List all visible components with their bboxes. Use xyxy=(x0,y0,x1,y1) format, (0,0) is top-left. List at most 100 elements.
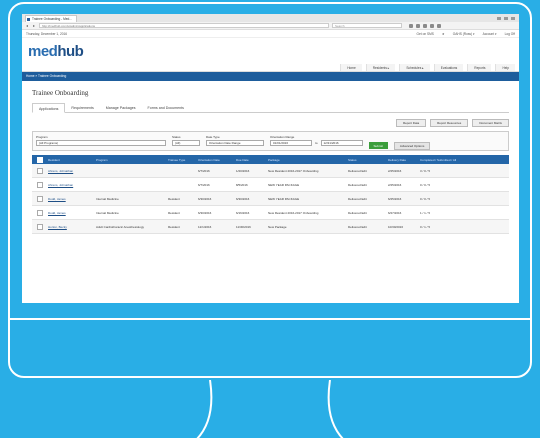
document-matrix-button[interactable]: Document Matrix xyxy=(472,119,509,127)
table-cell: New Package xyxy=(268,224,287,229)
col-header[interactable]: Status xyxy=(348,158,388,162)
table-cell[interactable]: Delivered Edit xyxy=(348,197,388,201)
url-input[interactable]: http://medhub.com/u/admin/applications xyxy=(39,23,329,28)
header: medhub xyxy=(22,38,519,64)
back-icon[interactable]: ◂ xyxy=(25,23,29,28)
row-checkbox[interactable] xyxy=(37,181,43,188)
forward-icon[interactable]: ▸ xyxy=(32,23,36,28)
browser-search-input[interactable]: Search xyxy=(332,23,402,28)
nav-home[interactable]: Home xyxy=(340,64,362,71)
table-cell[interactable]: Dodd, James xyxy=(48,197,96,201)
datetype-filter: Date Type Orientation Date Range xyxy=(206,135,264,146)
top-link[interactable]: Get on SMS xyxy=(417,32,434,36)
table-cell: NEW YEAR PACKAGE xyxy=(268,182,300,187)
table-cell: 0 / 1 / 5 xyxy=(420,224,431,229)
col-header[interactable]: Delivery Date xyxy=(388,158,420,162)
table-cell: 11/30/2016 xyxy=(236,224,251,229)
table-cell: 10/30/2016 xyxy=(388,224,404,229)
col-header[interactable]: Program xyxy=(96,158,168,162)
col-header[interactable]: Package xyxy=(268,158,348,162)
table-row[interactable]: Dodd, James Internal Medicine Resident 6/30… xyxy=(32,206,509,220)
table-cell[interactable]: Delivered Edit xyxy=(348,225,388,229)
nav-residents[interactable]: Residents ▸ xyxy=(365,64,396,71)
status-select[interactable]: (All) xyxy=(172,140,200,146)
row-checkbox[interactable] xyxy=(37,209,43,216)
close-icon[interactable] xyxy=(511,16,515,20)
nav-schedules[interactable]: Schedules ▸ xyxy=(399,64,430,71)
table-cell: 12/1/2016 xyxy=(198,224,212,229)
table-cell[interactable]: Ahrens, Johnathan xyxy=(48,183,96,187)
applications-table: Resident Program Trainee Type Orientatio… xyxy=(32,155,509,234)
table-cell: Adult Cardiothoracic Anesthesiology xyxy=(96,224,145,229)
table-cell[interactable]: Delivered Edit xyxy=(348,211,388,215)
table-cell: 3 / 0 / 5 xyxy=(420,168,431,173)
table-cell: 6/30/2016 xyxy=(198,196,212,201)
datetype-label: Date Type xyxy=(206,135,220,139)
menu-icon[interactable] xyxy=(437,23,441,28)
maximize-icon[interactable] xyxy=(504,16,508,20)
row-checkbox[interactable] xyxy=(37,195,43,202)
range-from-input[interactable]: 01/01/2016 xyxy=(270,140,312,146)
nav-help[interactable]: Help xyxy=(495,64,515,71)
share-icon[interactable] xyxy=(430,23,434,28)
report-resources-button[interactable]: Report Resources xyxy=(430,119,469,127)
window-controls xyxy=(497,16,519,20)
submit-button[interactable]: Submit xyxy=(368,142,388,149)
logout-link[interactable]: Log Off xyxy=(505,32,515,36)
current-date: Thursday, December 1, 2016 xyxy=(26,31,68,36)
top-link[interactable]: OAHS (Ross) ▾ xyxy=(453,32,475,36)
breadcrumb[interactable]: Home » Trainee Onboarding xyxy=(22,72,519,81)
table-cell: 2/25/2016 xyxy=(388,182,402,187)
table-cell: 2/25/2016 xyxy=(388,168,402,173)
program-filter: Program (All Programs) xyxy=(36,135,166,146)
table-cell: 0 / 0 / 5 xyxy=(420,196,431,201)
report-data-button[interactable]: Report Data xyxy=(395,119,427,127)
table-cell[interactable]: Ahrens, Johnathan xyxy=(48,169,96,173)
table-cell[interactable]: Delivered Edit xyxy=(348,183,388,187)
browser-tab[interactable]: Trainee Onboarding - Med... xyxy=(25,15,77,22)
tab-forms-documents[interactable]: Forms and Documents xyxy=(142,103,190,112)
table-cell[interactable]: Horton, Becky xyxy=(48,225,96,229)
datetype-select[interactable]: Orientation Date Range xyxy=(206,140,264,146)
table-cell: 6/16/2016 xyxy=(236,210,250,215)
table-cell: Internal Medicine xyxy=(96,196,119,201)
table-cell[interactable]: Delivered Edit xyxy=(348,169,388,173)
program-select[interactable]: (All Programs) xyxy=(36,140,166,146)
tab-manage-packages[interactable]: Manage Packages xyxy=(100,103,142,112)
monitor-chin xyxy=(10,318,530,320)
bookmark-icon[interactable] xyxy=(409,23,413,28)
screen: Trainee Onboarding - Med... ◂ ▸ http://m… xyxy=(22,14,519,303)
select-all-checkbox[interactable] xyxy=(37,156,43,163)
table-cell: 6/7/2016 xyxy=(198,182,210,187)
table-cell: Internal Medicine xyxy=(96,210,119,215)
advanced-options-button[interactable]: Advanced Options xyxy=(393,142,431,150)
range-to-input[interactable]: 12/31/2016 xyxy=(320,140,363,146)
row-checkbox[interactable] xyxy=(37,223,43,230)
filter-panel: Program (All Programs) Status (All) Date… xyxy=(32,131,509,151)
table-cell: New Resident 2016-2017 Onboarding xyxy=(268,210,319,215)
table-row[interactable]: Horton, Becky Adult Cardiothoracic Anesth… xyxy=(32,220,509,234)
sub-tabs: Applications Requirements Manage Package… xyxy=(32,103,509,113)
medhub-logo[interactable]: medhub xyxy=(28,43,84,60)
col-header[interactable]: Resident xyxy=(48,158,96,162)
table-row[interactable]: Dodd, James Internal Medicine Resident 6/30… xyxy=(32,192,509,206)
home-icon[interactable] xyxy=(423,23,427,28)
col-header[interactable]: Due Date xyxy=(236,158,268,162)
table-cell[interactable]: Dodd, James xyxy=(48,211,96,215)
table-cell: 0 / 0 / 5 xyxy=(420,182,431,187)
tab-requirements[interactable]: Requirements xyxy=(65,103,99,112)
row-checkbox[interactable] xyxy=(37,167,43,174)
col-header[interactable]: Completed / Submitted / All xyxy=(420,158,509,162)
top-link[interactable]: Account ▾ xyxy=(483,32,497,36)
nav-reports[interactable]: Reports xyxy=(467,64,492,71)
table-row[interactable]: Ahrens, Johnathan 6/7/2016 8/5/2016 NEW YEA… xyxy=(32,178,509,192)
action-buttons: Report Data Report Resources Document Ma… xyxy=(32,119,509,127)
star-icon[interactable]: ★ xyxy=(442,32,445,36)
downloads-icon[interactable] xyxy=(416,23,420,28)
tab-applications[interactable]: Applications xyxy=(32,103,66,113)
nav-evaluations[interactable]: Evaluations xyxy=(433,64,464,71)
col-header[interactable]: Trainee Type xyxy=(168,158,198,162)
minimize-icon[interactable] xyxy=(497,16,501,20)
col-header[interactable]: Orientation Date xyxy=(198,158,236,162)
table-row[interactable]: Ahrens, Johnathan 6/7/2016 1/20/2016 New Re… xyxy=(32,164,509,178)
